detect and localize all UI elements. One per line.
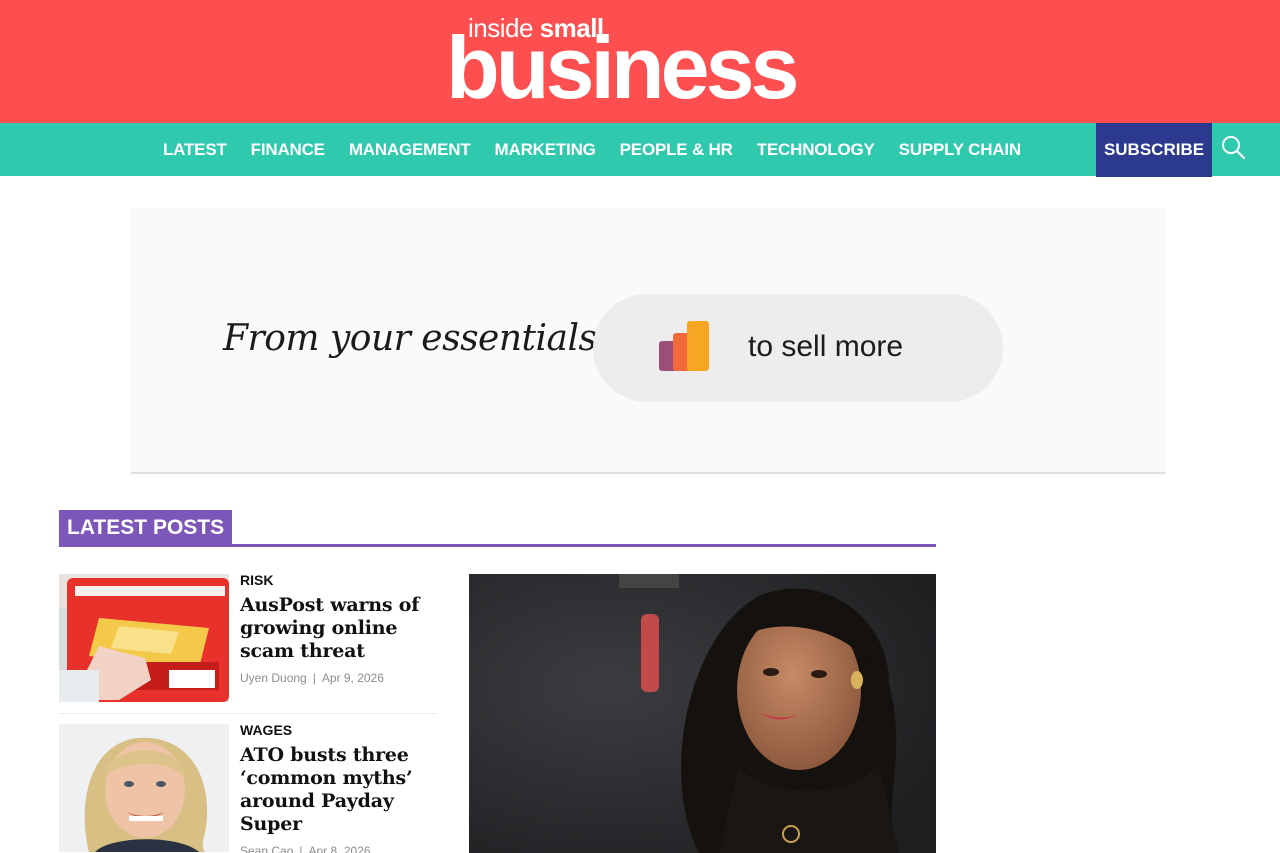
article-date: Apr 9, 2026 xyxy=(321,671,384,685)
ad-pill: to sell more xyxy=(593,294,1003,402)
article-thumbnail[interactable] xyxy=(59,574,229,702)
article-author[interactable]: Sean Cao xyxy=(240,844,293,853)
featured-article-image[interactable] xyxy=(469,574,936,853)
article-body: RISK AusPost warns of growing online sca… xyxy=(240,573,440,685)
nav-item-finance[interactable]: FINANCE xyxy=(239,140,337,160)
article-category[interactable]: WAGES xyxy=(240,723,440,737)
nav-item-technology[interactable]: TECHNOLOGY xyxy=(745,140,887,160)
article-meta: Uyen Duong | Apr 9, 2026 xyxy=(240,671,440,685)
ad-headline: From your essentials xyxy=(223,318,597,359)
article-card[interactable]: WAGES ATO busts three ‘common myths’ aro… xyxy=(59,723,440,853)
nav-item-people-hr[interactable]: PEOPLE & HR xyxy=(608,140,745,160)
article-category[interactable]: RISK xyxy=(240,573,440,587)
article-headline[interactable]: AusPost warns of growing online scam thr… xyxy=(240,594,440,663)
nav-menu: LATEST FINANCE MANAGEMENT MARKETING PEOP… xyxy=(151,123,1033,176)
article-author[interactable]: Uyen Duong xyxy=(240,671,307,685)
article-date: Apr 8, 2026 xyxy=(308,844,371,853)
nav-item-marketing[interactable]: MARKETING xyxy=(483,140,608,160)
article-card[interactable]: RISK AusPost warns of growing online sca… xyxy=(59,573,440,714)
article-headline[interactable]: ATO busts three ‘common myths’ around Pa… xyxy=(240,744,440,836)
meta-separator: | xyxy=(312,671,316,685)
main-nav: LATEST FINANCE MANAGEMENT MARKETING PEOP… xyxy=(0,123,1280,177)
ad-tagline: to sell more xyxy=(748,330,904,363)
section-divider xyxy=(59,544,936,547)
section-title: LATEST POSTS xyxy=(59,510,233,545)
search-icon[interactable] xyxy=(1219,134,1247,162)
article-meta: Sean Cao | Apr 8, 2026 xyxy=(240,844,440,853)
article-thumbnail[interactable] xyxy=(59,724,229,852)
meta-separator: | xyxy=(299,844,303,853)
bar-chart-icon xyxy=(659,321,709,371)
nav-item-latest[interactable]: LATEST xyxy=(151,140,239,160)
article-body: WAGES ATO busts three ‘common myths’ aro… xyxy=(240,723,440,853)
nav-item-supply-chain[interactable]: SUPPLY CHAIN xyxy=(887,140,1033,160)
nav-item-management[interactable]: MANAGEMENT xyxy=(337,140,483,160)
site-header: inside small business xyxy=(0,0,1280,123)
site-logo[interactable]: inside small business xyxy=(446,10,856,117)
ad-banner[interactable]: From your essentials to sell more xyxy=(131,208,1166,474)
subscribe-button[interactable]: SUBSCRIBE xyxy=(1096,123,1212,177)
logo-wordmark: business xyxy=(446,18,799,117)
